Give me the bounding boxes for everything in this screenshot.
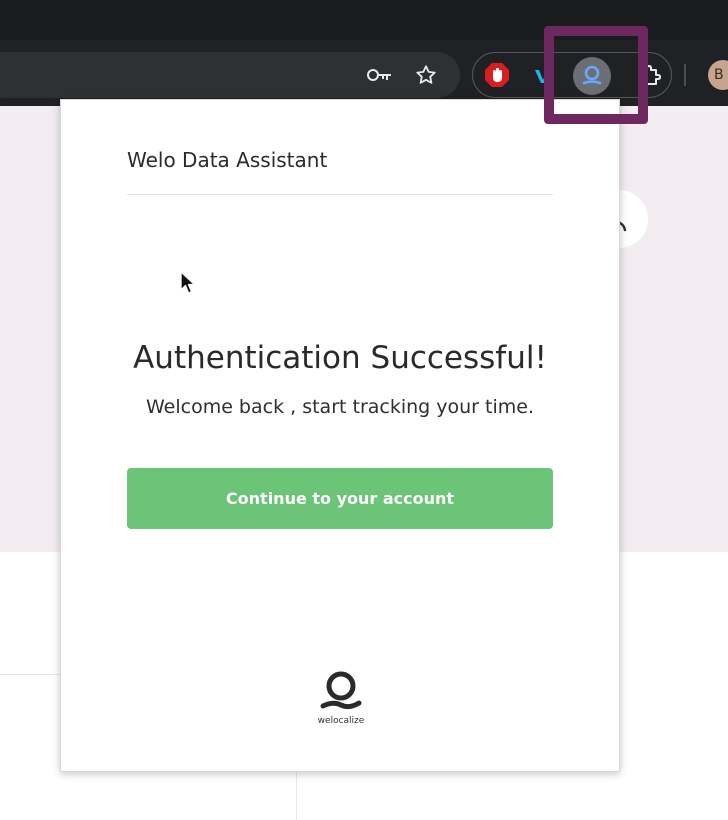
- logo-wordmark: welocalize: [317, 716, 365, 726]
- welocalize-logo-icon: [320, 671, 362, 710]
- page-column-divider: [296, 772, 297, 820]
- profile-initial: B: [714, 67, 724, 83]
- extension-popup: Welo Data Assistant Authentication Succe…: [60, 99, 620, 772]
- screen: B Welo Data Assistant Authentication Suc…: [0, 0, 728, 820]
- page-divider: [0, 674, 60, 675]
- key-icon[interactable]: [366, 61, 394, 89]
- popup-divider: [127, 194, 553, 195]
- adblock-icon[interactable]: [481, 59, 513, 91]
- welcome-message: Welcome back , start tracking your time.: [145, 396, 534, 418]
- popup-title: Welo Data Assistant: [127, 148, 328, 172]
- welocalize-logo: welocalize: [311, 670, 371, 730]
- highlight-annotation: [544, 26, 648, 124]
- profile-avatar[interactable]: B: [708, 60, 728, 90]
- mouse-cursor-icon: [180, 271, 196, 294]
- address-bar[interactable]: [0, 52, 460, 98]
- toolbar-separator: [684, 64, 686, 86]
- success-headline: Authentication Successful!: [133, 340, 547, 376]
- continue-to-account-button[interactable]: Continue to your account: [127, 468, 553, 529]
- star-icon[interactable]: [412, 61, 440, 89]
